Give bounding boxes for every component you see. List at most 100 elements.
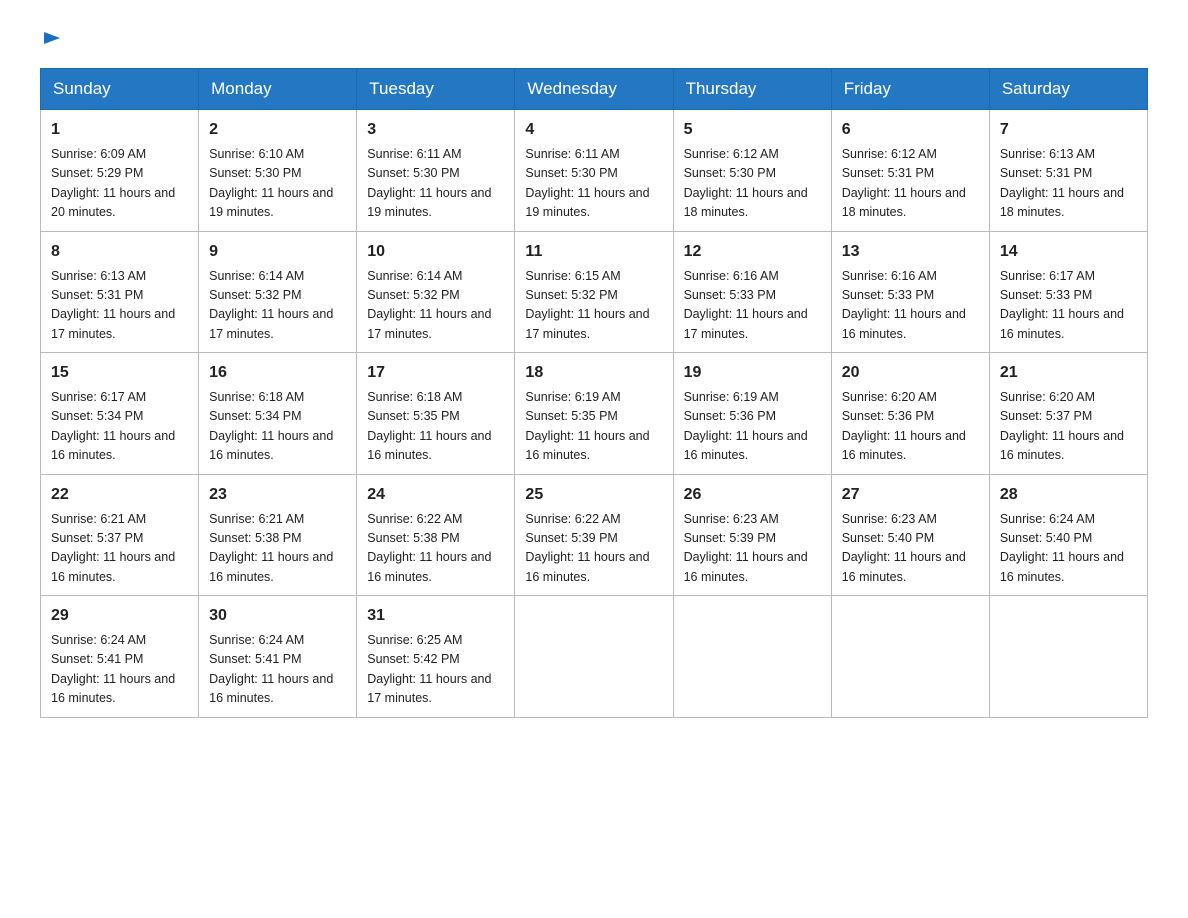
cell-info: Sunrise: 6:18 AM Sunset: 5:34 PM Dayligh… xyxy=(209,388,346,466)
day-number: 14 xyxy=(1000,240,1137,264)
day-number: 16 xyxy=(209,361,346,385)
day-number: 3 xyxy=(367,118,504,142)
calendar-cell xyxy=(989,596,1147,718)
day-number: 29 xyxy=(51,604,188,628)
cell-info: Sunrise: 6:24 AM Sunset: 5:40 PM Dayligh… xyxy=(1000,510,1137,588)
calendar-cell: 28 Sunrise: 6:24 AM Sunset: 5:40 PM Dayl… xyxy=(989,474,1147,596)
day-number: 19 xyxy=(684,361,821,385)
cell-info: Sunrise: 6:20 AM Sunset: 5:36 PM Dayligh… xyxy=(842,388,979,466)
cell-info: Sunrise: 6:21 AM Sunset: 5:38 PM Dayligh… xyxy=(209,510,346,588)
cell-info: Sunrise: 6:11 AM Sunset: 5:30 PM Dayligh… xyxy=(525,145,662,223)
cell-info: Sunrise: 6:15 AM Sunset: 5:32 PM Dayligh… xyxy=(525,267,662,345)
calendar-cell: 29 Sunrise: 6:24 AM Sunset: 5:41 PM Dayl… xyxy=(41,596,199,718)
cell-info: Sunrise: 6:21 AM Sunset: 5:37 PM Dayligh… xyxy=(51,510,188,588)
day-number: 15 xyxy=(51,361,188,385)
calendar-week-row: 22 Sunrise: 6:21 AM Sunset: 5:37 PM Dayl… xyxy=(41,474,1148,596)
day-number: 17 xyxy=(367,361,504,385)
calendar-day-header: Saturday xyxy=(989,69,1147,110)
calendar-cell: 11 Sunrise: 6:15 AM Sunset: 5:32 PM Dayl… xyxy=(515,231,673,353)
calendar-day-header: Monday xyxy=(199,69,357,110)
calendar-week-row: 29 Sunrise: 6:24 AM Sunset: 5:41 PM Dayl… xyxy=(41,596,1148,718)
day-number: 7 xyxy=(1000,118,1137,142)
cell-info: Sunrise: 6:09 AM Sunset: 5:29 PM Dayligh… xyxy=(51,145,188,223)
calendar-cell: 16 Sunrise: 6:18 AM Sunset: 5:34 PM Dayl… xyxy=(199,353,357,475)
cell-info: Sunrise: 6:23 AM Sunset: 5:39 PM Dayligh… xyxy=(684,510,821,588)
cell-info: Sunrise: 6:14 AM Sunset: 5:32 PM Dayligh… xyxy=(209,267,346,345)
calendar-cell: 4 Sunrise: 6:11 AM Sunset: 5:30 PM Dayli… xyxy=(515,110,673,232)
calendar-cell xyxy=(831,596,989,718)
calendar-cell: 15 Sunrise: 6:17 AM Sunset: 5:34 PM Dayl… xyxy=(41,353,199,475)
calendar-week-row: 8 Sunrise: 6:13 AM Sunset: 5:31 PM Dayli… xyxy=(41,231,1148,353)
day-number: 28 xyxy=(1000,483,1137,507)
day-number: 12 xyxy=(684,240,821,264)
day-number: 6 xyxy=(842,118,979,142)
cell-info: Sunrise: 6:17 AM Sunset: 5:33 PM Dayligh… xyxy=(1000,267,1137,345)
calendar-cell: 14 Sunrise: 6:17 AM Sunset: 5:33 PM Dayl… xyxy=(989,231,1147,353)
day-number: 25 xyxy=(525,483,662,507)
cell-info: Sunrise: 6:24 AM Sunset: 5:41 PM Dayligh… xyxy=(209,631,346,709)
calendar-cell: 10 Sunrise: 6:14 AM Sunset: 5:32 PM Dayl… xyxy=(357,231,515,353)
calendar-cell: 9 Sunrise: 6:14 AM Sunset: 5:32 PM Dayli… xyxy=(199,231,357,353)
cell-info: Sunrise: 6:13 AM Sunset: 5:31 PM Dayligh… xyxy=(1000,145,1137,223)
day-number: 4 xyxy=(525,118,662,142)
day-number: 31 xyxy=(367,604,504,628)
calendar-day-header: Thursday xyxy=(673,69,831,110)
day-number: 1 xyxy=(51,118,188,142)
day-number: 30 xyxy=(209,604,346,628)
calendar-cell: 3 Sunrise: 6:11 AM Sunset: 5:30 PM Dayli… xyxy=(357,110,515,232)
calendar-cell: 22 Sunrise: 6:21 AM Sunset: 5:37 PM Dayl… xyxy=(41,474,199,596)
day-number: 21 xyxy=(1000,361,1137,385)
calendar-cell: 26 Sunrise: 6:23 AM Sunset: 5:39 PM Dayl… xyxy=(673,474,831,596)
calendar-cell: 7 Sunrise: 6:13 AM Sunset: 5:31 PM Dayli… xyxy=(989,110,1147,232)
calendar-cell xyxy=(515,596,673,718)
calendar-header-row: SundayMondayTuesdayWednesdayThursdayFrid… xyxy=(41,69,1148,110)
calendar-cell: 30 Sunrise: 6:24 AM Sunset: 5:41 PM Dayl… xyxy=(199,596,357,718)
logo xyxy=(40,30,62,44)
calendar-week-row: 15 Sunrise: 6:17 AM Sunset: 5:34 PM Dayl… xyxy=(41,353,1148,475)
cell-info: Sunrise: 6:23 AM Sunset: 5:40 PM Dayligh… xyxy=(842,510,979,588)
day-number: 5 xyxy=(684,118,821,142)
day-number: 13 xyxy=(842,240,979,264)
day-number: 8 xyxy=(51,240,188,264)
day-number: 2 xyxy=(209,118,346,142)
cell-info: Sunrise: 6:24 AM Sunset: 5:41 PM Dayligh… xyxy=(51,631,188,709)
day-number: 24 xyxy=(367,483,504,507)
calendar-cell: 6 Sunrise: 6:12 AM Sunset: 5:31 PM Dayli… xyxy=(831,110,989,232)
day-number: 9 xyxy=(209,240,346,264)
day-number: 26 xyxy=(684,483,821,507)
cell-info: Sunrise: 6:12 AM Sunset: 5:31 PM Dayligh… xyxy=(842,145,979,223)
day-number: 20 xyxy=(842,361,979,385)
calendar-day-header: Sunday xyxy=(41,69,199,110)
calendar-cell: 8 Sunrise: 6:13 AM Sunset: 5:31 PM Dayli… xyxy=(41,231,199,353)
calendar-cell: 12 Sunrise: 6:16 AM Sunset: 5:33 PM Dayl… xyxy=(673,231,831,353)
cell-info: Sunrise: 6:14 AM Sunset: 5:32 PM Dayligh… xyxy=(367,267,504,345)
calendar-cell: 18 Sunrise: 6:19 AM Sunset: 5:35 PM Dayl… xyxy=(515,353,673,475)
day-number: 10 xyxy=(367,240,504,264)
cell-info: Sunrise: 6:20 AM Sunset: 5:37 PM Dayligh… xyxy=(1000,388,1137,466)
calendar-cell: 19 Sunrise: 6:19 AM Sunset: 5:36 PM Dayl… xyxy=(673,353,831,475)
calendar-day-header: Friday xyxy=(831,69,989,110)
calendar-cell: 13 Sunrise: 6:16 AM Sunset: 5:33 PM Dayl… xyxy=(831,231,989,353)
cell-info: Sunrise: 6:22 AM Sunset: 5:39 PM Dayligh… xyxy=(525,510,662,588)
calendar-cell: 31 Sunrise: 6:25 AM Sunset: 5:42 PM Dayl… xyxy=(357,596,515,718)
calendar-cell: 21 Sunrise: 6:20 AM Sunset: 5:37 PM Dayl… xyxy=(989,353,1147,475)
calendar-day-header: Wednesday xyxy=(515,69,673,110)
cell-info: Sunrise: 6:12 AM Sunset: 5:30 PM Dayligh… xyxy=(684,145,821,223)
cell-info: Sunrise: 6:18 AM Sunset: 5:35 PM Dayligh… xyxy=(367,388,504,466)
cell-info: Sunrise: 6:25 AM Sunset: 5:42 PM Dayligh… xyxy=(367,631,504,709)
calendar-day-header: Tuesday xyxy=(357,69,515,110)
day-number: 11 xyxy=(525,240,662,264)
calendar-cell: 20 Sunrise: 6:20 AM Sunset: 5:36 PM Dayl… xyxy=(831,353,989,475)
calendar-table: SundayMondayTuesdayWednesdayThursdayFrid… xyxy=(40,68,1148,718)
calendar-cell: 1 Sunrise: 6:09 AM Sunset: 5:29 PM Dayli… xyxy=(41,110,199,232)
cell-info: Sunrise: 6:13 AM Sunset: 5:31 PM Dayligh… xyxy=(51,267,188,345)
cell-info: Sunrise: 6:11 AM Sunset: 5:30 PM Dayligh… xyxy=(367,145,504,223)
calendar-cell: 23 Sunrise: 6:21 AM Sunset: 5:38 PM Dayl… xyxy=(199,474,357,596)
calendar-cell: 24 Sunrise: 6:22 AM Sunset: 5:38 PM Dayl… xyxy=(357,474,515,596)
cell-info: Sunrise: 6:19 AM Sunset: 5:35 PM Dayligh… xyxy=(525,388,662,466)
day-number: 23 xyxy=(209,483,346,507)
calendar-cell: 2 Sunrise: 6:10 AM Sunset: 5:30 PM Dayli… xyxy=(199,110,357,232)
calendar-week-row: 1 Sunrise: 6:09 AM Sunset: 5:29 PM Dayli… xyxy=(41,110,1148,232)
cell-info: Sunrise: 6:22 AM Sunset: 5:38 PM Dayligh… xyxy=(367,510,504,588)
calendar-cell: 17 Sunrise: 6:18 AM Sunset: 5:35 PM Dayl… xyxy=(357,353,515,475)
